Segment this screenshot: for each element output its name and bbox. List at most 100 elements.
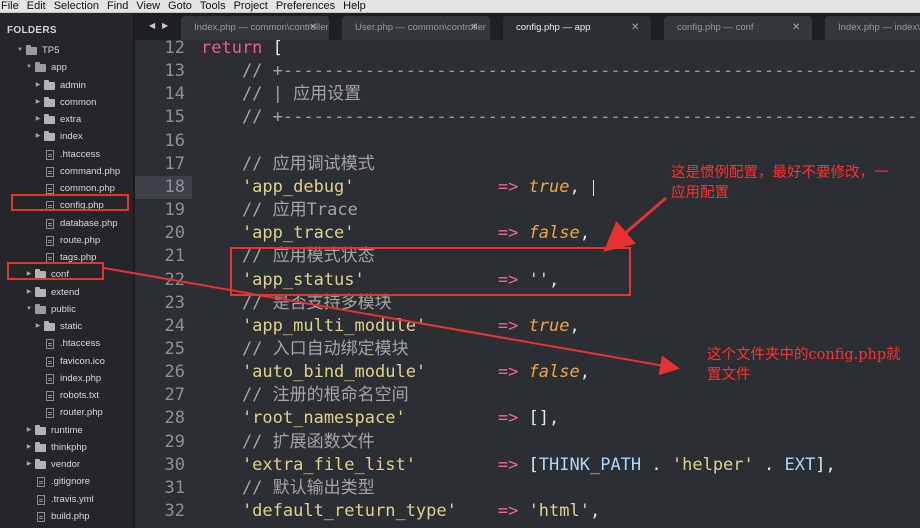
menu-tools[interactable]: Tools [200, 0, 226, 12]
menu-edit[interactable]: Edit [27, 0, 46, 12]
tree-file-command-php[interactable]: command.php [0, 163, 133, 180]
tree-file-build-php[interactable]: build.php [0, 508, 133, 525]
disclosure-closed-icon[interactable]: ▶ [34, 94, 42, 111]
tree-folder-public[interactable]: ▼ public [0, 301, 133, 318]
tree-item-label: .htaccess [60, 148, 101, 160]
disclosure-closed-icon[interactable]: ▶ [34, 318, 42, 335]
tree-file-router-php[interactable]: router.php [0, 404, 133, 421]
tree-file-route-php[interactable]: route.php [0, 232, 133, 249]
code-line[interactable]: 29 // 扩展函数文件 [135, 431, 920, 454]
tree-item-label: index.php [60, 372, 102, 384]
file-icon [37, 477, 45, 488]
code-line[interactable]: 32 'default_return_type' => 'html', [135, 500, 920, 523]
line-number: 22 [164, 269, 185, 290]
close-tab-icon[interactable]: ✕ [792, 16, 800, 40]
close-tab-icon[interactable]: ✕ [470, 16, 478, 40]
tree-file-gitignore[interactable]: .gitignore [0, 473, 133, 490]
menu-file[interactable]: File [1, 0, 19, 12]
tree-item-label: robots.txt [60, 390, 100, 401]
menu-goto[interactable]: Goto [168, 0, 192, 12]
code-text: 'auto_bind_module' => false, [201, 361, 590, 384]
disclosure-open-icon[interactable]: ▼ [25, 301, 33, 318]
tab-index-php-common-controller[interactable]: Index.php — common\controller ✕ [181, 16, 329, 40]
menu-project[interactable]: Project [234, 0, 268, 12]
tree-file-favicon-ico[interactable]: favicon.ico [0, 353, 133, 370]
tree-folder-extra[interactable]: ▶ extra [0, 111, 133, 128]
folder-icon [35, 441, 46, 452]
tree-folder-static[interactable]: ▶ static [0, 318, 133, 335]
code-line[interactable]: 30 'extra_file_list' => [THINK_PATH . 'h… [135, 454, 920, 477]
tree-folder-common[interactable]: ▶ common [0, 94, 133, 111]
code-token: [ [262, 40, 283, 58]
file-icon [37, 494, 45, 505]
menu-preferences[interactable]: Preferences [276, 0, 335, 12]
code-text: 'default_return_type' => 'html', [201, 500, 600, 523]
line-number: 14 [164, 84, 185, 105]
disclosure-closed-icon[interactable]: ▶ [25, 439, 33, 456]
tree-file-htaccess[interactable]: .htaccess [0, 146, 133, 163]
code-line[interactable]: 24 'app_multi_module' => true, [135, 315, 920, 338]
tree-file-htaccess[interactable]: .htaccess [0, 335, 133, 352]
code-line[interactable]: 27 // 注册的根命名空间 [135, 384, 920, 407]
tree-file-robots-txt[interactable]: robots.txt [0, 387, 133, 404]
tree-item-label: extra [60, 114, 82, 125]
code-token: // 应用Trace [201, 200, 358, 221]
disclosure-open-icon[interactable]: ▼ [16, 42, 24, 59]
menu-selection[interactable]: Selection [54, 0, 99, 12]
tree-file-index-php[interactable]: index.php [0, 370, 133, 387]
code-line[interactable]: 28 'root_namespace' => [], [135, 407, 920, 430]
disclosure-closed-icon[interactable]: ▶ [34, 111, 42, 128]
file-icon [46, 339, 54, 350]
code-text: 'app_debug' => true, [201, 176, 580, 199]
tab-index-php-index-controller[interactable]: Index.php — index\controller✕ [825, 16, 920, 40]
code-line[interactable]: 14 // | 应用设置 [135, 83, 920, 106]
folder-icon [44, 131, 55, 142]
line-number: 20 [164, 223, 185, 244]
tree-file-travis-yml[interactable]: .travis.yml [0, 491, 133, 508]
tree-folder-app[interactable]: ▼ app [0, 59, 133, 76]
code-line[interactable]: 15 // +---------------------------------… [135, 106, 920, 129]
tab-nav-right-icon[interactable]: ▶ [162, 21, 168, 30]
code-line[interactable]: 16 [135, 130, 920, 153]
disclosure-open-icon[interactable]: ▼ [25, 59, 33, 76]
tree-item-label: index [60, 131, 83, 143]
close-tab-icon[interactable]: ✕ [631, 16, 639, 40]
code-token: // 应用调试模式 [201, 153, 375, 174]
menu-help[interactable]: Help [343, 0, 366, 12]
code-line[interactable]: 12 return [ [135, 40, 920, 60]
tree-file-database-php[interactable]: database.php [0, 215, 133, 232]
code-text: // 应用Trace [201, 199, 358, 222]
code-line[interactable]: 31 // 默认输出类型 [135, 477, 920, 500]
tab-config-php-conf[interactable]: config.php — conf ✕ [664, 16, 812, 40]
disclosure-closed-icon[interactable]: ▶ [34, 128, 42, 145]
tree-folder-admin[interactable]: ▶ admin [0, 77, 133, 94]
code-token: // 注册的根命名空间 [201, 385, 409, 406]
code-line[interactable]: 20 'app_trace' => false, [135, 222, 920, 245]
tree-folder-runtime[interactable]: ▶ runtime [0, 422, 133, 439]
code-token: EXT [784, 454, 816, 475]
menu-find[interactable]: Find [107, 0, 128, 12]
code-line[interactable]: 13 // +---------------------------------… [135, 60, 920, 83]
disclosure-closed-icon[interactable]: ▶ [25, 284, 33, 301]
disclosure-closed-icon[interactable]: ▶ [34, 77, 42, 94]
tree-folder-index[interactable]: ▶ index [0, 128, 133, 145]
code-token: // 默认输出类型 [201, 477, 375, 498]
menu-view[interactable]: View [136, 0, 160, 12]
code-token: 'helper' [671, 454, 754, 475]
tree-folder-tp5[interactable]: ▼ TP5 [0, 42, 133, 59]
file-icon [46, 408, 54, 419]
folder-icon [44, 321, 55, 331]
disclosure-closed-icon[interactable]: ▶ [25, 422, 33, 439]
tab-nav-left-icon[interactable]: ◀ [149, 21, 155, 30]
file-icon [46, 391, 54, 401]
tree-folder-vendor[interactable]: ▶ vendor [0, 456, 133, 473]
tab-config-php-app[interactable]: config.php — app ✕ [503, 16, 651, 40]
disclosure-closed-icon[interactable]: ▶ [25, 456, 33, 473]
tree-folder-extend[interactable]: ▶ extend [0, 284, 133, 301]
tab-user-php-common-controller[interactable]: User.php — common\controller ✕ [342, 16, 490, 40]
code-token: 'html' [528, 501, 590, 521]
code-text: // +------------------------------------… [201, 106, 918, 129]
close-tab-icon[interactable]: ✕ [309, 16, 317, 40]
tree-folder-thinkphp[interactable]: ▶ thinkphp [0, 439, 133, 456]
